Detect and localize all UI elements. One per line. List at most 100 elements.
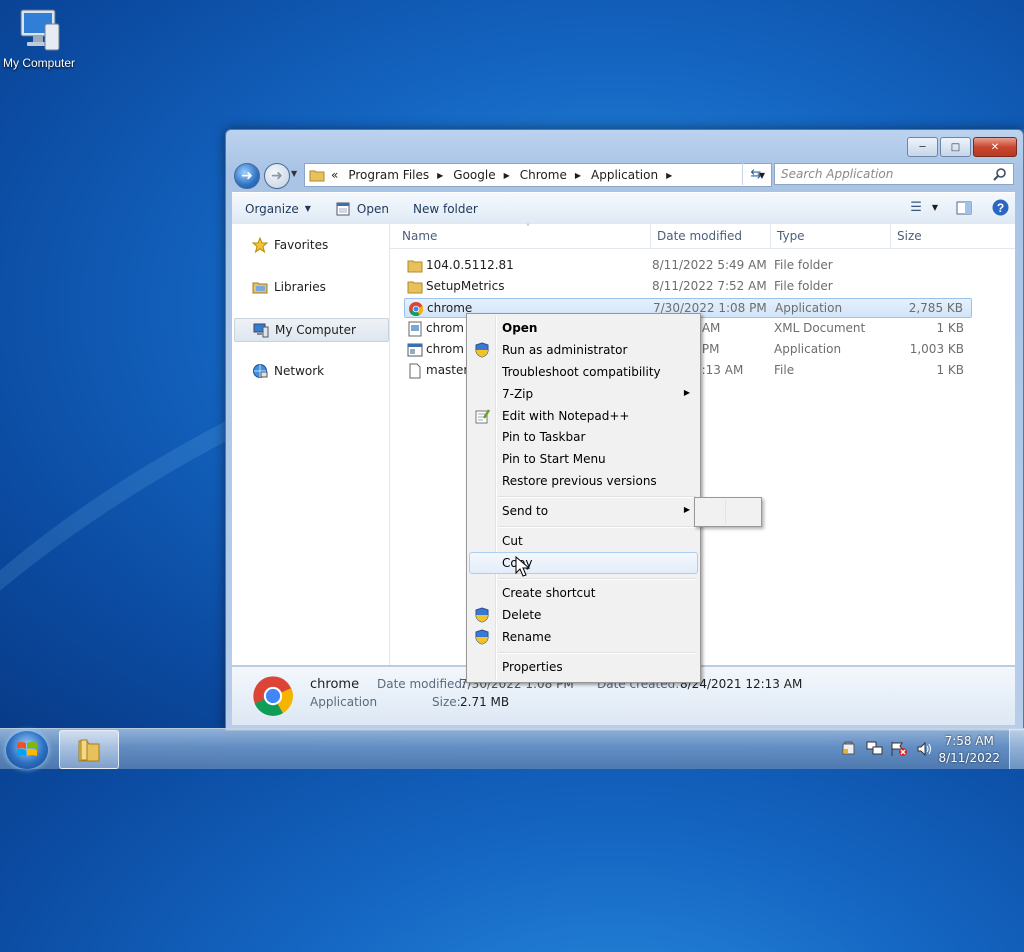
- chevron-right-icon[interactable]: ▶: [666, 171, 672, 180]
- start-button[interactable]: [6, 731, 48, 769]
- network-icon[interactable]: [866, 741, 884, 757]
- menu-item-restore-previous-versions[interactable]: Restore previous versions: [469, 470, 698, 492]
- help-icon[interactable]: ?: [992, 199, 1009, 216]
- menu-item-cut[interactable]: Cut: [469, 530, 698, 552]
- nav-item-favorites[interactable]: Favorites: [232, 234, 389, 256]
- recent-pages-dropdown[interactable]: ▼: [291, 169, 297, 178]
- chevron-right-icon[interactable]: ▶: [504, 171, 510, 180]
- view-dropdown-icon[interactable]: ▼: [932, 203, 938, 212]
- file-size: 1,003 KB: [909, 342, 964, 356]
- menu-item-edit-with-notepadpp[interactable]: Edit with Notepad++: [469, 405, 698, 427]
- file-name: master: [426, 363, 469, 377]
- search-icon[interactable]: [993, 167, 1007, 181]
- details-size-label: Size:: [432, 695, 461, 709]
- file-type: File: [774, 363, 795, 377]
- menu-item-7-zip[interactable]: 7-Zip ▶: [469, 383, 698, 405]
- open-icon: [336, 202, 350, 215]
- caption-buttons: ─ □ ✕: [905, 137, 1017, 157]
- nav-item-label: My Computer: [275, 323, 356, 337]
- menu-separator: [498, 496, 696, 498]
- minimize-button[interactable]: ─: [907, 137, 938, 157]
- menu-item-properties[interactable]: Properties: [469, 656, 698, 678]
- refresh-icon: ⇆: [750, 166, 762, 182]
- search-input[interactable]: Search Application: [774, 163, 1014, 185]
- forward-button[interactable]: ➜: [264, 163, 290, 189]
- menu-item-pin-to-start-menu[interactable]: Pin to Start Menu: [469, 448, 698, 470]
- column-name[interactable]: Name: [396, 224, 651, 248]
- column-type[interactable]: Type: [771, 224, 891, 248]
- search-placeholder: Search Application: [781, 167, 894, 181]
- system-tray: 7:58 AM 8/11/2022: [834, 729, 1024, 769]
- breadcrumb-chrome[interactable]: Chrome ▶: [520, 168, 581, 182]
- action-center-icon[interactable]: [840, 741, 856, 757]
- clock[interactable]: 7:58 AM 8/11/2022: [938, 733, 1000, 767]
- chrome-icon: [253, 676, 293, 716]
- folder-icon: [407, 281, 423, 294]
- nav-item-network[interactable]: Network: [232, 360, 389, 382]
- nav-item-libraries[interactable]: Libraries: [232, 276, 389, 298]
- chevron-right-icon[interactable]: ▶: [575, 171, 581, 180]
- view-options-icon[interactable]: ☰: [910, 200, 922, 215]
- folder-icon: [407, 260, 423, 273]
- folder-icon: [78, 739, 100, 761]
- menu-item-rename[interactable]: Rename: [469, 626, 698, 648]
- file-size: 1 KB: [936, 363, 964, 377]
- shield-icon: [475, 342, 489, 358]
- file-size: 2,785 KB: [908, 301, 963, 315]
- menu-item-copy[interactable]: Copy: [469, 552, 698, 574]
- menu-item-create-shortcut[interactable]: Create shortcut: [469, 582, 698, 604]
- column-date-modified[interactable]: Date modified: [651, 224, 771, 248]
- show-desktop-button[interactable]: [1009, 729, 1024, 769]
- file-type: XML Document: [774, 321, 866, 335]
- volume-icon[interactable]: [916, 741, 934, 757]
- breadcrumb-label: Google: [453, 168, 496, 182]
- menu-item-label: Pin to Start Menu: [502, 452, 606, 466]
- file-row[interactable]: SetupMetrics 8/11/2022 7:52 AM File fold…: [404, 277, 972, 297]
- close-icon: ✕: [990, 141, 1000, 153]
- forward-arrow-icon: ➜: [271, 168, 283, 184]
- file-name: SetupMetrics: [426, 279, 505, 293]
- taskbar-explorer-button[interactable]: [59, 730, 119, 769]
- breadcrumb-application[interactable]: Application ▶: [591, 168, 672, 182]
- breadcrumb-label: Application: [591, 168, 659, 182]
- menu-item-troubleshoot-compatibility[interactable]: Troubleshoot compatibility: [469, 361, 698, 383]
- back-button[interactable]: ➜: [234, 163, 260, 189]
- column-size[interactable]: Size: [891, 224, 972, 248]
- svg-text:?: ?: [997, 201, 1004, 215]
- file-name: chrom: [426, 321, 464, 335]
- desktop-icon-my-computer[interactable]: My Computer: [0, 8, 78, 70]
- menu-separator: [498, 578, 696, 580]
- navigation-bar: ➜ ➜ ▼ « Program Files ▶ Google ▶ Chrome ▶ A…: [234, 162, 1015, 189]
- file-row[interactable]: 104.0.5112.81 8/11/2022 5:49 AM File fol…: [404, 256, 972, 276]
- breadcrumb-google[interactable]: Google ▶: [453, 168, 509, 182]
- breadcrumb-program-files[interactable]: Program Files ▶: [348, 168, 443, 182]
- menu-item-pin-to-taskbar[interactable]: Pin to Taskbar: [469, 426, 698, 448]
- close-button[interactable]: ✕: [973, 137, 1017, 157]
- column-label: Name: [402, 229, 438, 243]
- new-folder-button[interactable]: New folder: [401, 202, 490, 216]
- breadcrumb-label: Program Files: [348, 168, 430, 182]
- menu-item-label: Cut: [502, 534, 523, 548]
- refresh-button[interactable]: ⇆: [742, 163, 769, 185]
- preview-pane-icon[interactable]: [956, 201, 972, 215]
- maximize-button[interactable]: □: [940, 137, 971, 157]
- address-overflow[interactable]: «: [331, 168, 338, 182]
- open-button[interactable]: Open: [323, 201, 401, 217]
- chevron-right-icon[interactable]: ▶: [437, 171, 443, 180]
- nav-item-my-computer[interactable]: My Computer: [234, 318, 389, 342]
- menu-item-open[interactable]: Open: [469, 317, 698, 339]
- organize-button[interactable]: Organize ▼: [232, 202, 323, 216]
- menu-item-label: Open: [502, 321, 538, 335]
- star-icon: [252, 237, 268, 253]
- clock-time: 7:58 AM: [944, 734, 994, 748]
- file-name: chrom: [426, 342, 464, 356]
- flag-error-icon[interactable]: [890, 741, 908, 757]
- menu-item-send-to[interactable]: Send to ▶: [469, 500, 698, 522]
- menu-item-run-as-administrator[interactable]: Run as administrator: [469, 339, 698, 361]
- column-label: Date modified: [657, 229, 743, 243]
- menu-item-delete[interactable]: Delete: [469, 604, 698, 626]
- navigation-pane: Favorites Libraries My Computer Network: [232, 224, 390, 665]
- address-bar[interactable]: « Program Files ▶ Google ▶ Chrome ▶ Applica…: [304, 163, 772, 187]
- column-label: Type: [777, 229, 805, 243]
- column-header: Name ˄ Date modified Type Size: [390, 223, 1015, 249]
